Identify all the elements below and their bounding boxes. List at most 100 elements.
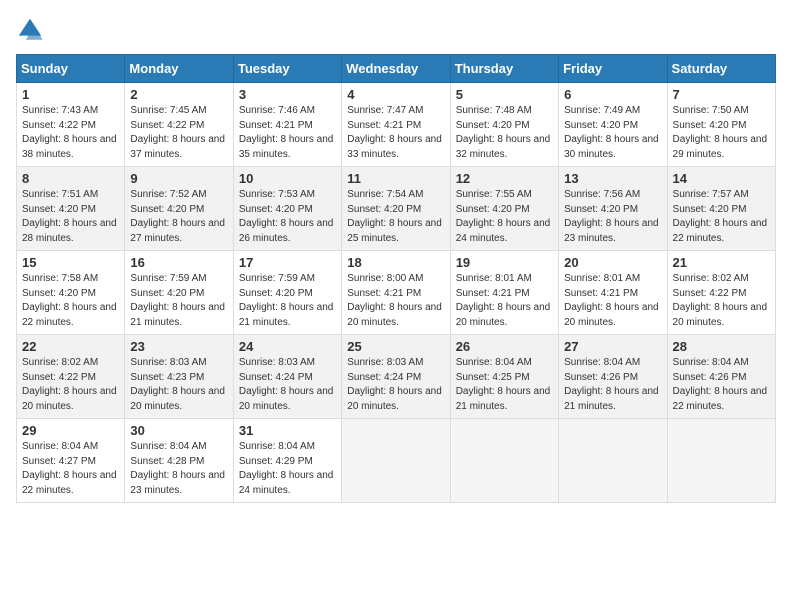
calendar-day-cell: 15Sunrise: 7:58 AMSunset: 4:20 PMDayligh…	[17, 251, 125, 335]
logo-icon	[16, 16, 44, 44]
day-number: 3	[239, 87, 336, 102]
day-of-week-header: Monday	[125, 55, 233, 83]
day-info: Sunrise: 7:59 AMSunset: 4:20 PMDaylight:…	[130, 272, 227, 330]
day-info: Sunrise: 8:03 AMSunset: 4:23 PMDaylight:…	[130, 356, 227, 414]
day-number: 26	[456, 339, 553, 354]
day-info: Sunrise: 7:54 AMSunset: 4:20 PMDaylight:…	[347, 188, 444, 246]
day-of-week-header: Thursday	[450, 55, 558, 83]
day-info: Sunrise: 8:01 AMSunset: 4:21 PMDaylight:…	[456, 272, 553, 330]
day-info: Sunrise: 8:04 AMSunset: 4:25 PMDaylight:…	[456, 356, 553, 414]
calendar-day-cell: 21 Sunrise: 8:02 AMSunset: 4:22 PMDayligh…	[667, 251, 775, 335]
day-info: Sunrise: 7:50 AMSunset: 4:20 PMDaylight:…	[673, 104, 770, 162]
day-info: Sunrise: 8:04 AMSunset: 4:27 PMDaylight:…	[22, 440, 119, 498]
day-number: 11	[347, 171, 444, 186]
day-number: 22	[22, 339, 119, 354]
calendar-week-row: 1 Sunrise: 7:43 AMSunset: 4:22 PMDaylight…	[17, 83, 776, 167]
day-info: Sunrise: 8:02 AMSunset: 4:22 PMDaylight:…	[673, 272, 770, 330]
day-number: 28	[673, 339, 770, 354]
day-info: Sunrise: 8:02 AMSunset: 4:22 PMDaylight:…	[22, 356, 119, 414]
day-number: 31	[239, 423, 336, 438]
calendar-day-cell: 9 Sunrise: 7:52 AMSunset: 4:20 PMDaylight…	[125, 167, 233, 251]
calendar-day-cell	[667, 419, 775, 503]
day-number: 6	[564, 87, 661, 102]
calendar-day-cell: 13Sunrise: 7:56 AMSunset: 4:20 PMDayligh…	[559, 167, 667, 251]
day-number: 8	[22, 171, 119, 186]
day-info: Sunrise: 8:04 AMSunset: 4:26 PMDaylight:…	[673, 356, 770, 414]
day-info: Sunrise: 8:01 AMSunset: 4:21 PMDaylight:…	[564, 272, 661, 330]
day-number: 10	[239, 171, 336, 186]
day-info: Sunrise: 8:04 AMSunset: 4:26 PMDaylight:…	[564, 356, 661, 414]
day-info: Sunrise: 7:43 AMSunset: 4:22 PMDaylight:…	[22, 104, 119, 162]
calendar-week-row: 15Sunrise: 7:58 AMSunset: 4:20 PMDayligh…	[17, 251, 776, 335]
calendar-day-cell: 24 Sunrise: 8:03 AMSunset: 4:24 PMDayligh…	[233, 335, 341, 419]
calendar-day-cell: 5Sunrise: 7:48 AMSunset: 4:20 PMDaylight…	[450, 83, 558, 167]
logo	[16, 16, 48, 44]
day-number: 12	[456, 171, 553, 186]
calendar-day-cell	[450, 419, 558, 503]
day-info: Sunrise: 7:52 AMSunset: 4:20 PMDaylight:…	[130, 188, 227, 246]
calendar-day-cell: 29 Sunrise: 8:04 AMSunset: 4:27 PMDayligh…	[17, 419, 125, 503]
calendar-day-cell: 8 Sunrise: 7:51 AMSunset: 4:20 PMDaylight…	[17, 167, 125, 251]
day-number: 14	[673, 171, 770, 186]
calendar-week-row: 29 Sunrise: 8:04 AMSunset: 4:27 PMDayligh…	[17, 419, 776, 503]
page-header	[16, 16, 776, 44]
day-info: Sunrise: 8:04 AMSunset: 4:29 PMDaylight:…	[239, 440, 336, 498]
calendar-table: SundayMondayTuesdayWednesdayThursdayFrid…	[16, 54, 776, 503]
day-info: Sunrise: 7:46 AMSunset: 4:21 PMDaylight:…	[239, 104, 336, 162]
calendar-day-cell: 14 Sunrise: 7:57 AMSunset: 4:20 PMDayligh…	[667, 167, 775, 251]
day-number: 23	[130, 339, 227, 354]
day-number: 16	[130, 255, 227, 270]
day-of-week-header: Sunday	[17, 55, 125, 83]
day-number: 20	[564, 255, 661, 270]
calendar-day-cell: 20 Sunrise: 8:01 AMSunset: 4:21 PMDayligh…	[559, 251, 667, 335]
calendar-day-cell: 4 Sunrise: 7:47 AMSunset: 4:21 PMDaylight…	[342, 83, 450, 167]
day-of-week-header: Wednesday	[342, 55, 450, 83]
day-number: 29	[22, 423, 119, 438]
calendar-day-cell	[342, 419, 450, 503]
day-info: Sunrise: 7:57 AMSunset: 4:20 PMDaylight:…	[673, 188, 770, 246]
day-info: Sunrise: 7:53 AMSunset: 4:20 PMDaylight:…	[239, 188, 336, 246]
day-info: Sunrise: 8:03 AMSunset: 4:24 PMDaylight:…	[347, 356, 444, 414]
calendar-day-cell: 17Sunrise: 7:59 AMSunset: 4:20 PMDayligh…	[233, 251, 341, 335]
day-number: 18	[347, 255, 444, 270]
day-number: 21	[673, 255, 770, 270]
calendar-day-cell: 26 Sunrise: 8:04 AMSunset: 4:25 PMDayligh…	[450, 335, 558, 419]
day-number: 17	[239, 255, 336, 270]
calendar-day-cell: 30Sunrise: 8:04 AMSunset: 4:28 PMDayligh…	[125, 419, 233, 503]
calendar-week-row: 8 Sunrise: 7:51 AMSunset: 4:20 PMDaylight…	[17, 167, 776, 251]
day-info: Sunrise: 8:03 AMSunset: 4:24 PMDaylight:…	[239, 356, 336, 414]
day-info: Sunrise: 7:51 AMSunset: 4:20 PMDaylight:…	[22, 188, 119, 246]
day-info: Sunrise: 7:49 AMSunset: 4:20 PMDaylight:…	[564, 104, 661, 162]
day-number: 19	[456, 255, 553, 270]
day-number: 9	[130, 171, 227, 186]
day-number: 4	[347, 87, 444, 102]
day-number: 15	[22, 255, 119, 270]
day-number: 25	[347, 339, 444, 354]
calendar-day-cell: 19 Sunrise: 8:01 AMSunset: 4:21 PMDayligh…	[450, 251, 558, 335]
day-number: 13	[564, 171, 661, 186]
calendar-day-cell: 10 Sunrise: 7:53 AMSunset: 4:20 PMDayligh…	[233, 167, 341, 251]
day-info: Sunrise: 7:47 AMSunset: 4:21 PMDaylight:…	[347, 104, 444, 162]
day-info: Sunrise: 8:00 AMSunset: 4:21 PMDaylight:…	[347, 272, 444, 330]
day-number: 2	[130, 87, 227, 102]
day-number: 7	[673, 87, 770, 102]
calendar-day-cell: 18 Sunrise: 8:00 AMSunset: 4:21 PMDayligh…	[342, 251, 450, 335]
day-of-week-header: Friday	[559, 55, 667, 83]
calendar-day-cell: 12 Sunrise: 7:55 AMSunset: 4:20 PMDayligh…	[450, 167, 558, 251]
day-number: 24	[239, 339, 336, 354]
calendar-day-cell: 23 Sunrise: 8:03 AMSunset: 4:23 PMDayligh…	[125, 335, 233, 419]
calendar-day-cell: 6 Sunrise: 7:49 AMSunset: 4:20 PMDaylight…	[559, 83, 667, 167]
calendar-day-cell: 28 Sunrise: 8:04 AMSunset: 4:26 PMDayligh…	[667, 335, 775, 419]
calendar-day-cell: 27Sunrise: 8:04 AMSunset: 4:26 PMDayligh…	[559, 335, 667, 419]
calendar-day-cell: 11 Sunrise: 7:54 AMSunset: 4:20 PMDayligh…	[342, 167, 450, 251]
calendar-day-cell	[559, 419, 667, 503]
day-number: 1	[22, 87, 119, 102]
day-info: Sunrise: 7:45 AMSunset: 4:22 PMDaylight:…	[130, 104, 227, 162]
day-info: Sunrise: 7:55 AMSunset: 4:20 PMDaylight:…	[456, 188, 553, 246]
day-of-week-header: Saturday	[667, 55, 775, 83]
calendar-day-cell: 2 Sunrise: 7:45 AMSunset: 4:22 PMDaylight…	[125, 83, 233, 167]
calendar-day-cell: 1 Sunrise: 7:43 AMSunset: 4:22 PMDaylight…	[17, 83, 125, 167]
day-of-week-header: Tuesday	[233, 55, 341, 83]
calendar-week-row: 22 Sunrise: 8:02 AMSunset: 4:22 PMDayligh…	[17, 335, 776, 419]
calendar-day-cell: 3 Sunrise: 7:46 AMSunset: 4:21 PMDaylight…	[233, 83, 341, 167]
